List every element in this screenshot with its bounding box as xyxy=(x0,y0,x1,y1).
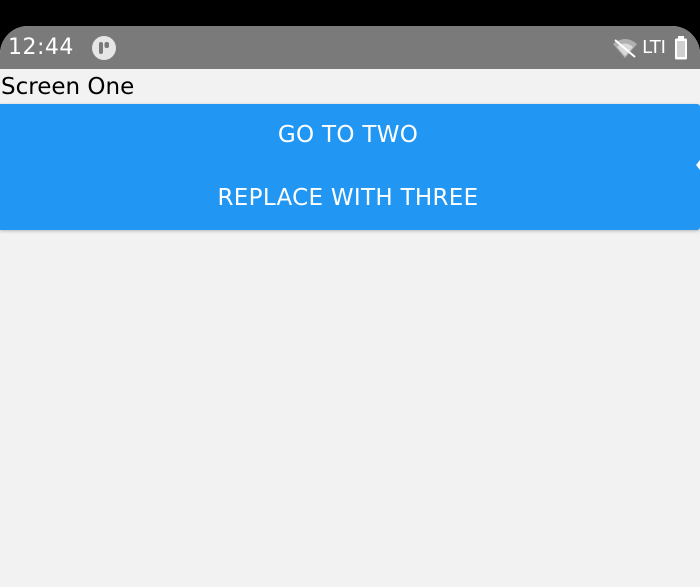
page-title: Screen One xyxy=(1,74,135,100)
go-to-two-button[interactable]: GO TO TWO xyxy=(0,104,696,167)
status-time: 12:44 xyxy=(8,35,74,60)
status-bar: 12:44 LTI xyxy=(0,26,700,69)
network-type-label: LTI xyxy=(642,37,666,58)
replace-with-three-button[interactable]: REPLACE WITH THREE xyxy=(0,167,696,230)
button-panel: GO TO TWO REPLACE WITH THREE xyxy=(0,104,700,230)
status-icons: LTI xyxy=(612,35,688,61)
edge-handle-icon xyxy=(696,160,700,170)
notification-app-icon xyxy=(92,36,116,60)
battery-icon xyxy=(675,36,687,60)
wifi-off-icon xyxy=(613,39,638,58)
app-screen: 12:44 LTI Screen One GO TO TWO REPLACE W… xyxy=(0,26,700,587)
device-frame: 12:44 LTI Screen One GO TO TWO REPLACE W… xyxy=(0,0,700,587)
